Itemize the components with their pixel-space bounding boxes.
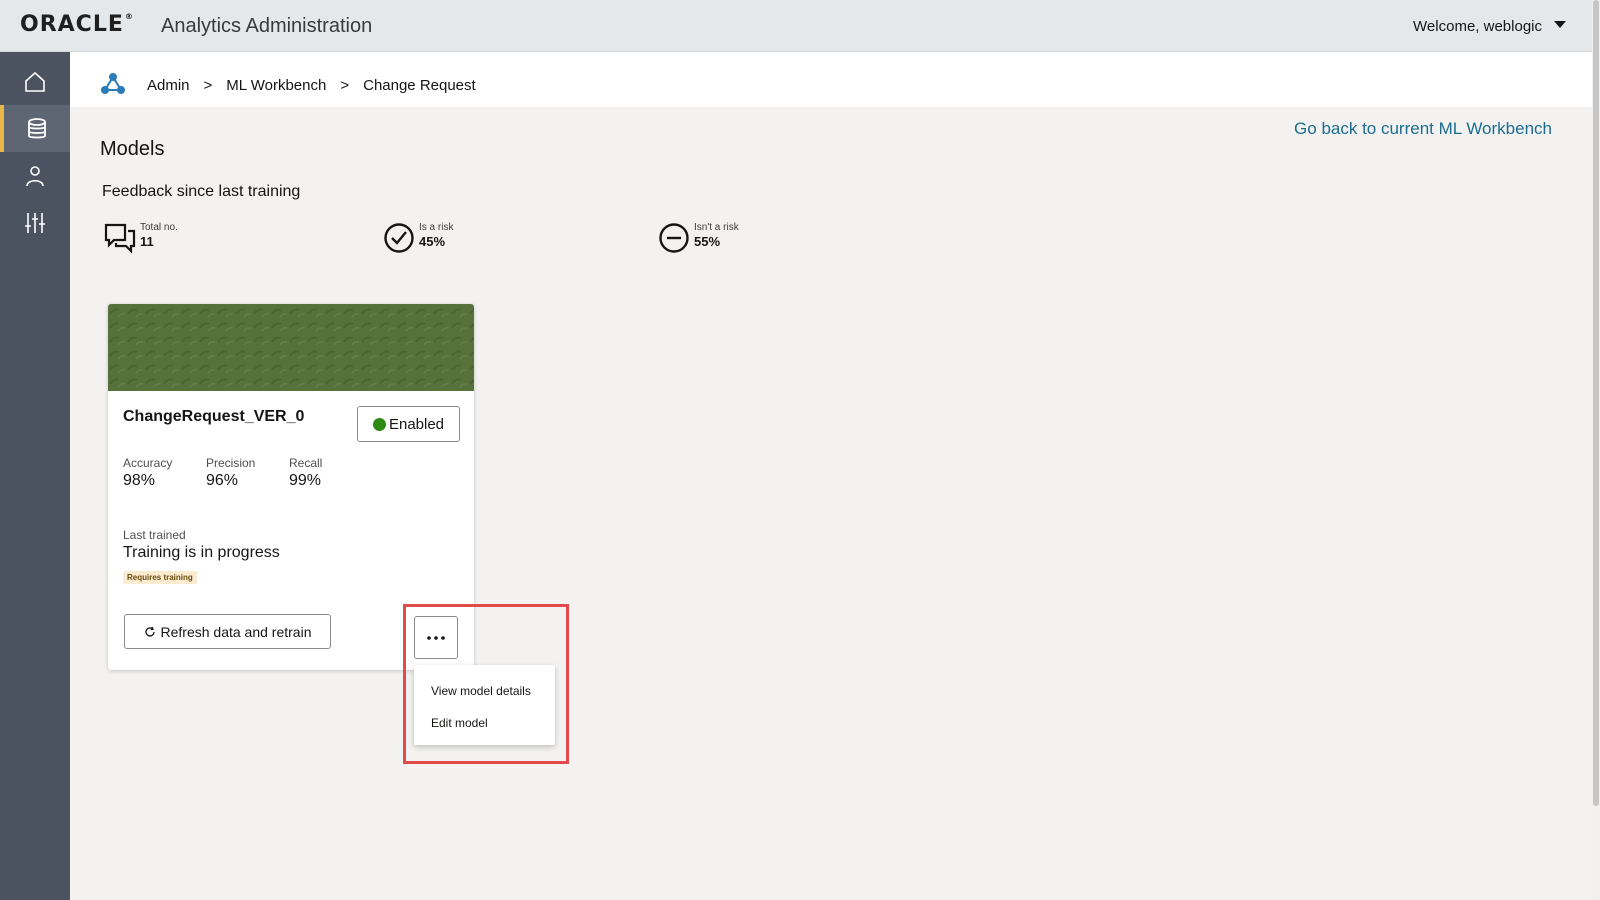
stat-is-risk: Is a risk 45% bbox=[383, 222, 453, 254]
highlight-box bbox=[403, 604, 569, 764]
breadcrumb-bar: Admin > ML Workbench > Change Request bbox=[70, 52, 1592, 107]
page-title: Models bbox=[100, 138, 165, 160]
sidebar bbox=[0, 52, 70, 900]
oracle-logo: ORACLE® bbox=[20, 12, 134, 37]
breadcrumb-ml-workbench[interactable]: ML Workbench bbox=[226, 77, 326, 94]
metric-accuracy: Accuracy 98% bbox=[123, 456, 173, 489]
home-icon bbox=[25, 71, 45, 92]
ml-workbench-icon bbox=[101, 73, 125, 94]
refresh-icon bbox=[144, 626, 155, 637]
check-circle-icon bbox=[384, 223, 414, 253]
sidebar-item-home[interactable] bbox=[0, 58, 70, 105]
sidebar-item-users[interactable] bbox=[0, 152, 70, 199]
stat-isnt-risk: Isn't a risk 55% bbox=[658, 222, 739, 254]
top-bar: ORACLE® Analytics Administration Welcome… bbox=[0, 0, 1600, 52]
breadcrumb-separator: > bbox=[203, 77, 213, 94]
breadcrumb-separator: > bbox=[340, 77, 350, 94]
status-dot bbox=[372, 417, 386, 431]
breadcrumb-admin[interactable]: Admin bbox=[147, 77, 190, 94]
database-icon bbox=[28, 117, 46, 138]
user-menu[interactable]: Welcome, weblogic bbox=[1413, 18, 1542, 35]
banner-pattern bbox=[108, 304, 474, 391]
stat-total: Total no. 11 bbox=[104, 222, 178, 254]
page-scrollbar[interactable] bbox=[1592, 0, 1600, 900]
last-trained-label: Last trained bbox=[123, 528, 186, 542]
metric-precision: Precision 96% bbox=[206, 456, 256, 489]
model-name: ChangeRequest_VER_0 bbox=[123, 408, 305, 425]
sidebar-item-data[interactable] bbox=[0, 105, 70, 152]
chat-icon bbox=[104, 223, 136, 254]
last-trained-value: Training is in progress bbox=[123, 544, 280, 561]
scrollbar-thumb[interactable] bbox=[1593, 0, 1599, 806]
sliders-icon bbox=[25, 212, 45, 233]
minus-circle-icon bbox=[659, 223, 689, 253]
requires-training-badge: Requires training bbox=[123, 571, 197, 584]
breadcrumb-change-request: Change Request bbox=[363, 77, 476, 94]
chevron-down-icon[interactable] bbox=[1554, 21, 1566, 28]
back-to-workbench-link[interactable]: Go back to current ML Workbench bbox=[1294, 119, 1552, 139]
breadcrumb: Admin > ML Workbench > Change Request bbox=[147, 77, 490, 94]
metric-recall: Recall 99% bbox=[289, 456, 323, 489]
user-icon bbox=[26, 165, 44, 186]
refresh-retrain-button[interactable]: Refresh data and retrain bbox=[124, 614, 331, 649]
sidebar-item-settings[interactable] bbox=[0, 199, 70, 246]
app-title: Analytics Administration bbox=[161, 15, 373, 37]
card-banner bbox=[108, 304, 474, 391]
feedback-title: Feedback since last training bbox=[102, 183, 301, 200]
status-toggle-button[interactable]: Enabled bbox=[357, 406, 460, 442]
